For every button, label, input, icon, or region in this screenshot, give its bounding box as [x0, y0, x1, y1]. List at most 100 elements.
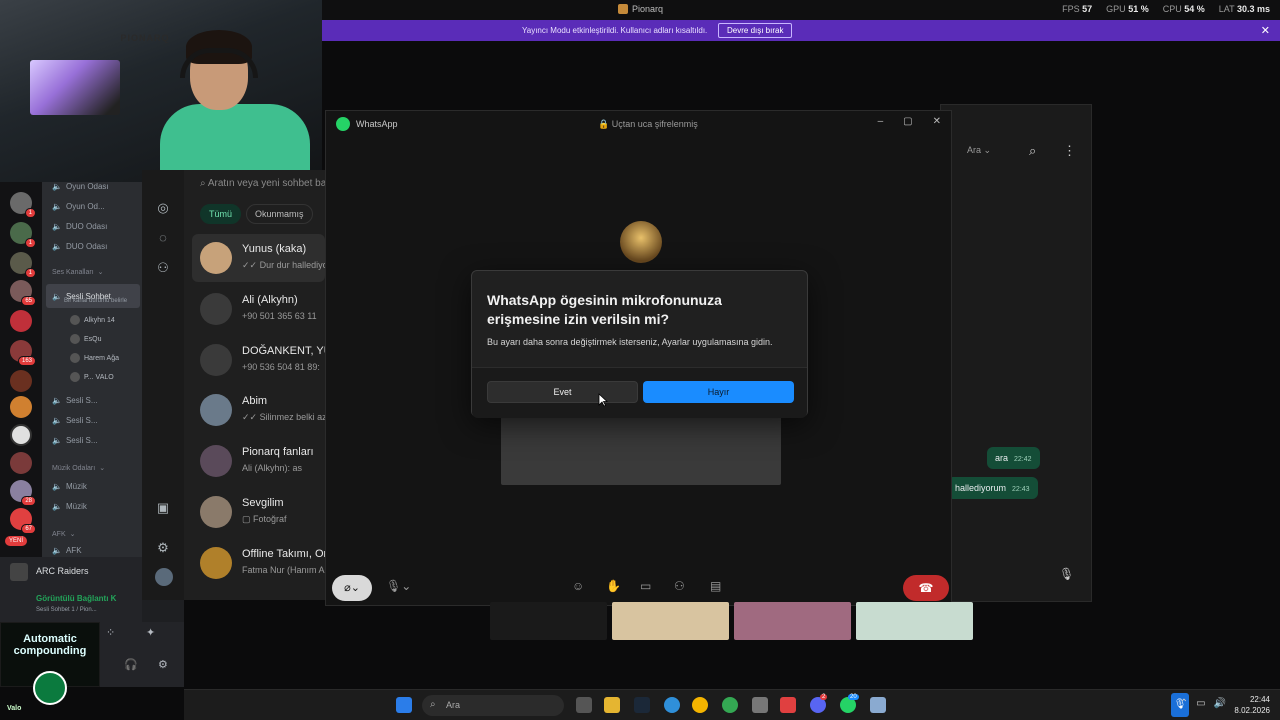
- search-icon: ⌕: [430, 699, 436, 710]
- volume-icon[interactable]: 🔊: [1214, 698, 1226, 709]
- category-music[interactable]: Müzik Odaları ⌄: [52, 464, 105, 473]
- search-icon[interactable]: ⌕: [1029, 143, 1036, 159]
- more-options-icon[interactable]: ⋮: [1063, 143, 1076, 159]
- profile-avatar[interactable]: [155, 568, 173, 586]
- status-icon[interactable]: ◎: [155, 200, 171, 216]
- emoji-icon[interactable]: ☺: [572, 579, 584, 593]
- add-participant-icon[interactable]: ⚇: [674, 579, 685, 593]
- communities-icon[interactable]: ⚇: [155, 260, 171, 276]
- server-icon[interactable]: 163: [10, 340, 36, 366]
- voice-user[interactable]: Alkyhn 14: [70, 315, 115, 325]
- server-icon[interactable]: 1: [10, 222, 36, 248]
- avatar: [200, 242, 232, 274]
- server-icon[interactable]: 28: [10, 480, 36, 506]
- headphones-icon[interactable]: 🎧: [124, 658, 138, 671]
- activity-icon[interactable]: ✦: [146, 626, 155, 639]
- channel-item[interactable]: 🔈 Sesli S...: [52, 396, 98, 405]
- chat-item[interactable]: Sevgilim ▢ Fotoğraf: [192, 488, 325, 536]
- filter-unread[interactable]: Okunmamış: [246, 204, 313, 224]
- channel-item[interactable]: 🔈 Müzik: [52, 502, 87, 511]
- dialog-title: WhatsApp ögesinin mikrofonunuza erişmesi…: [487, 292, 722, 327]
- speaker-icon: 🔈: [52, 182, 62, 191]
- speaker-icon: 🔈: [52, 546, 62, 555]
- server-icon[interactable]: 1: [10, 192, 36, 218]
- server-icon[interactable]: [10, 370, 32, 392]
- steam-icon[interactable]: [634, 697, 650, 713]
- server-icon[interactable]: 65: [10, 280, 36, 306]
- chat-icon[interactable]: ▤: [710, 579, 721, 593]
- edge-icon[interactable]: [664, 697, 680, 713]
- screen-share-icon[interactable]: ▭: [640, 579, 651, 593]
- wall-sign: PIONARQ: [120, 33, 170, 43]
- task-view-icon[interactable]: [576, 697, 592, 713]
- server-icon[interactable]: [10, 452, 32, 474]
- clock[interactable]: 22:44 8.02.2026: [1234, 694, 1270, 716]
- server-icon[interactable]: [10, 310, 32, 332]
- chat-item[interactable]: DOĞANKENT, YUNUS +90 536 504 81 89:: [192, 336, 355, 384]
- channel-item[interactable]: 🔈 DUO Odası: [52, 242, 107, 251]
- chevron-up-icon[interactable]: ⌃: [1180, 698, 1188, 709]
- allow-button[interactable]: Evet: [487, 381, 638, 403]
- microphone-icon[interactable]: 🎙: [1059, 567, 1074, 581]
- server-icon[interactable]: [10, 396, 32, 418]
- chrome-alt-icon[interactable]: [722, 697, 738, 713]
- channel-item[interactable]: 🔈 Oyun Od...: [52, 202, 105, 211]
- disable-streamer-mode-button[interactable]: Devre dışı bırak: [718, 23, 793, 38]
- server-icon[interactable]: 67: [10, 508, 36, 534]
- channel-item[interactable]: 🔈 AFK: [52, 546, 82, 555]
- server-icon[interactable]: [10, 424, 32, 446]
- speaker-icon: 🔈: [52, 416, 62, 425]
- voice-user[interactable]: EsQu: [70, 334, 102, 344]
- channel-item[interactable]: 🔈 Oyun Odası: [52, 182, 109, 191]
- whatsapp-chat-pane: Ara ⌄ ⌕ ⋮ ara 22:42 hallediyorum 22:43 🎙: [940, 104, 1092, 602]
- camera-off-button[interactable]: ⌀⌄: [332, 575, 372, 601]
- category-voice[interactable]: Ses Kanalları ⌄: [52, 268, 104, 277]
- channels-icon[interactable]: ◌: [155, 230, 171, 246]
- chrome-icon[interactable]: [692, 697, 708, 713]
- gear-icon[interactable]: ⚙: [158, 658, 168, 671]
- app-icon[interactable]: [780, 697, 796, 713]
- chat-item[interactable]: Offline Takımı, Online Fatma Nur (Hanım …: [192, 539, 347, 587]
- channel-item[interactable]: 🔈 Müzik: [52, 482, 87, 491]
- channel-item[interactable]: 🔈 Sesli S...: [52, 436, 98, 445]
- video-thumbnail[interactable]: [734, 602, 851, 640]
- file-explorer-icon[interactable]: [604, 697, 620, 713]
- chat-item[interactable]: Yunus (kaka) ✓✓ Dur dur hallediyorum: [192, 234, 343, 282]
- video-thumbnail[interactable]: [490, 602, 607, 640]
- chat-item[interactable]: Ali (Alkyhn) +90 501 365 63 11: [192, 285, 325, 333]
- close-icon[interactable]: ✕: [933, 116, 941, 127]
- search-in-chat[interactable]: Ara ⌄: [967, 145, 991, 156]
- maximize-icon[interactable]: ▢: [903, 116, 912, 127]
- chat-item[interactable]: Pionarq fanları Ali (Alkyhn): as: [192, 437, 325, 485]
- category-afk[interactable]: AFK ⌄: [52, 530, 76, 539]
- settings-gear-icon[interactable]: ⚙: [155, 540, 171, 556]
- active-voice-channel[interactable]: 🔈 Sesli Sohbet: [46, 284, 140, 308]
- video-thumbnail[interactable]: [856, 602, 973, 640]
- voice-connection-panel: Görüntülü Bağlantı K Sesli Sohbet 1 / Pi…: [0, 587, 142, 622]
- soundboard-icon[interactable]: ⁘: [106, 626, 115, 639]
- minimize-icon[interactable]: –: [878, 116, 884, 127]
- app-icon[interactable]: [752, 697, 768, 713]
- video-thumbnail[interactable]: [612, 602, 729, 640]
- microphone-button[interactable]: 🎙⌄: [386, 579, 411, 593]
- voice-user[interactable]: P... VALO: [70, 372, 114, 382]
- chat-item[interactable]: Abim ✓✓ Silinmez belki az: [192, 386, 327, 434]
- server-icon[interactable]: 1: [10, 252, 36, 278]
- channel-item[interactable]: 🔈 Sesli S...: [52, 416, 98, 425]
- deny-button[interactable]: Hayır: [643, 381, 794, 403]
- perf-cpu: CPU 54 %: [1162, 4, 1205, 14]
- avatar: [200, 547, 232, 579]
- encryption-label: 🔒 Uçtan uca şifrelenmiş: [598, 119, 698, 129]
- network-icon[interactable]: ▭: [1196, 698, 1205, 709]
- activity-game[interactable]: ARC Raiders: [0, 557, 142, 587]
- close-banner-icon[interactable]: ✕: [1261, 24, 1270, 37]
- taskbar-search[interactable]: ⌕ Ara: [422, 695, 564, 716]
- archive-icon[interactable]: ▣: [155, 500, 171, 516]
- end-call-button[interactable]: ☎: [903, 575, 949, 601]
- channel-item[interactable]: 🔈 DUO Odası: [52, 222, 107, 231]
- voice-user[interactable]: Harem Ağa: [70, 353, 119, 363]
- raise-hand-icon[interactable]: ✋: [606, 579, 621, 593]
- start-icon[interactable]: [396, 697, 412, 713]
- filter-all[interactable]: Tümü: [200, 204, 242, 224]
- app-icon[interactable]: [870, 697, 886, 713]
